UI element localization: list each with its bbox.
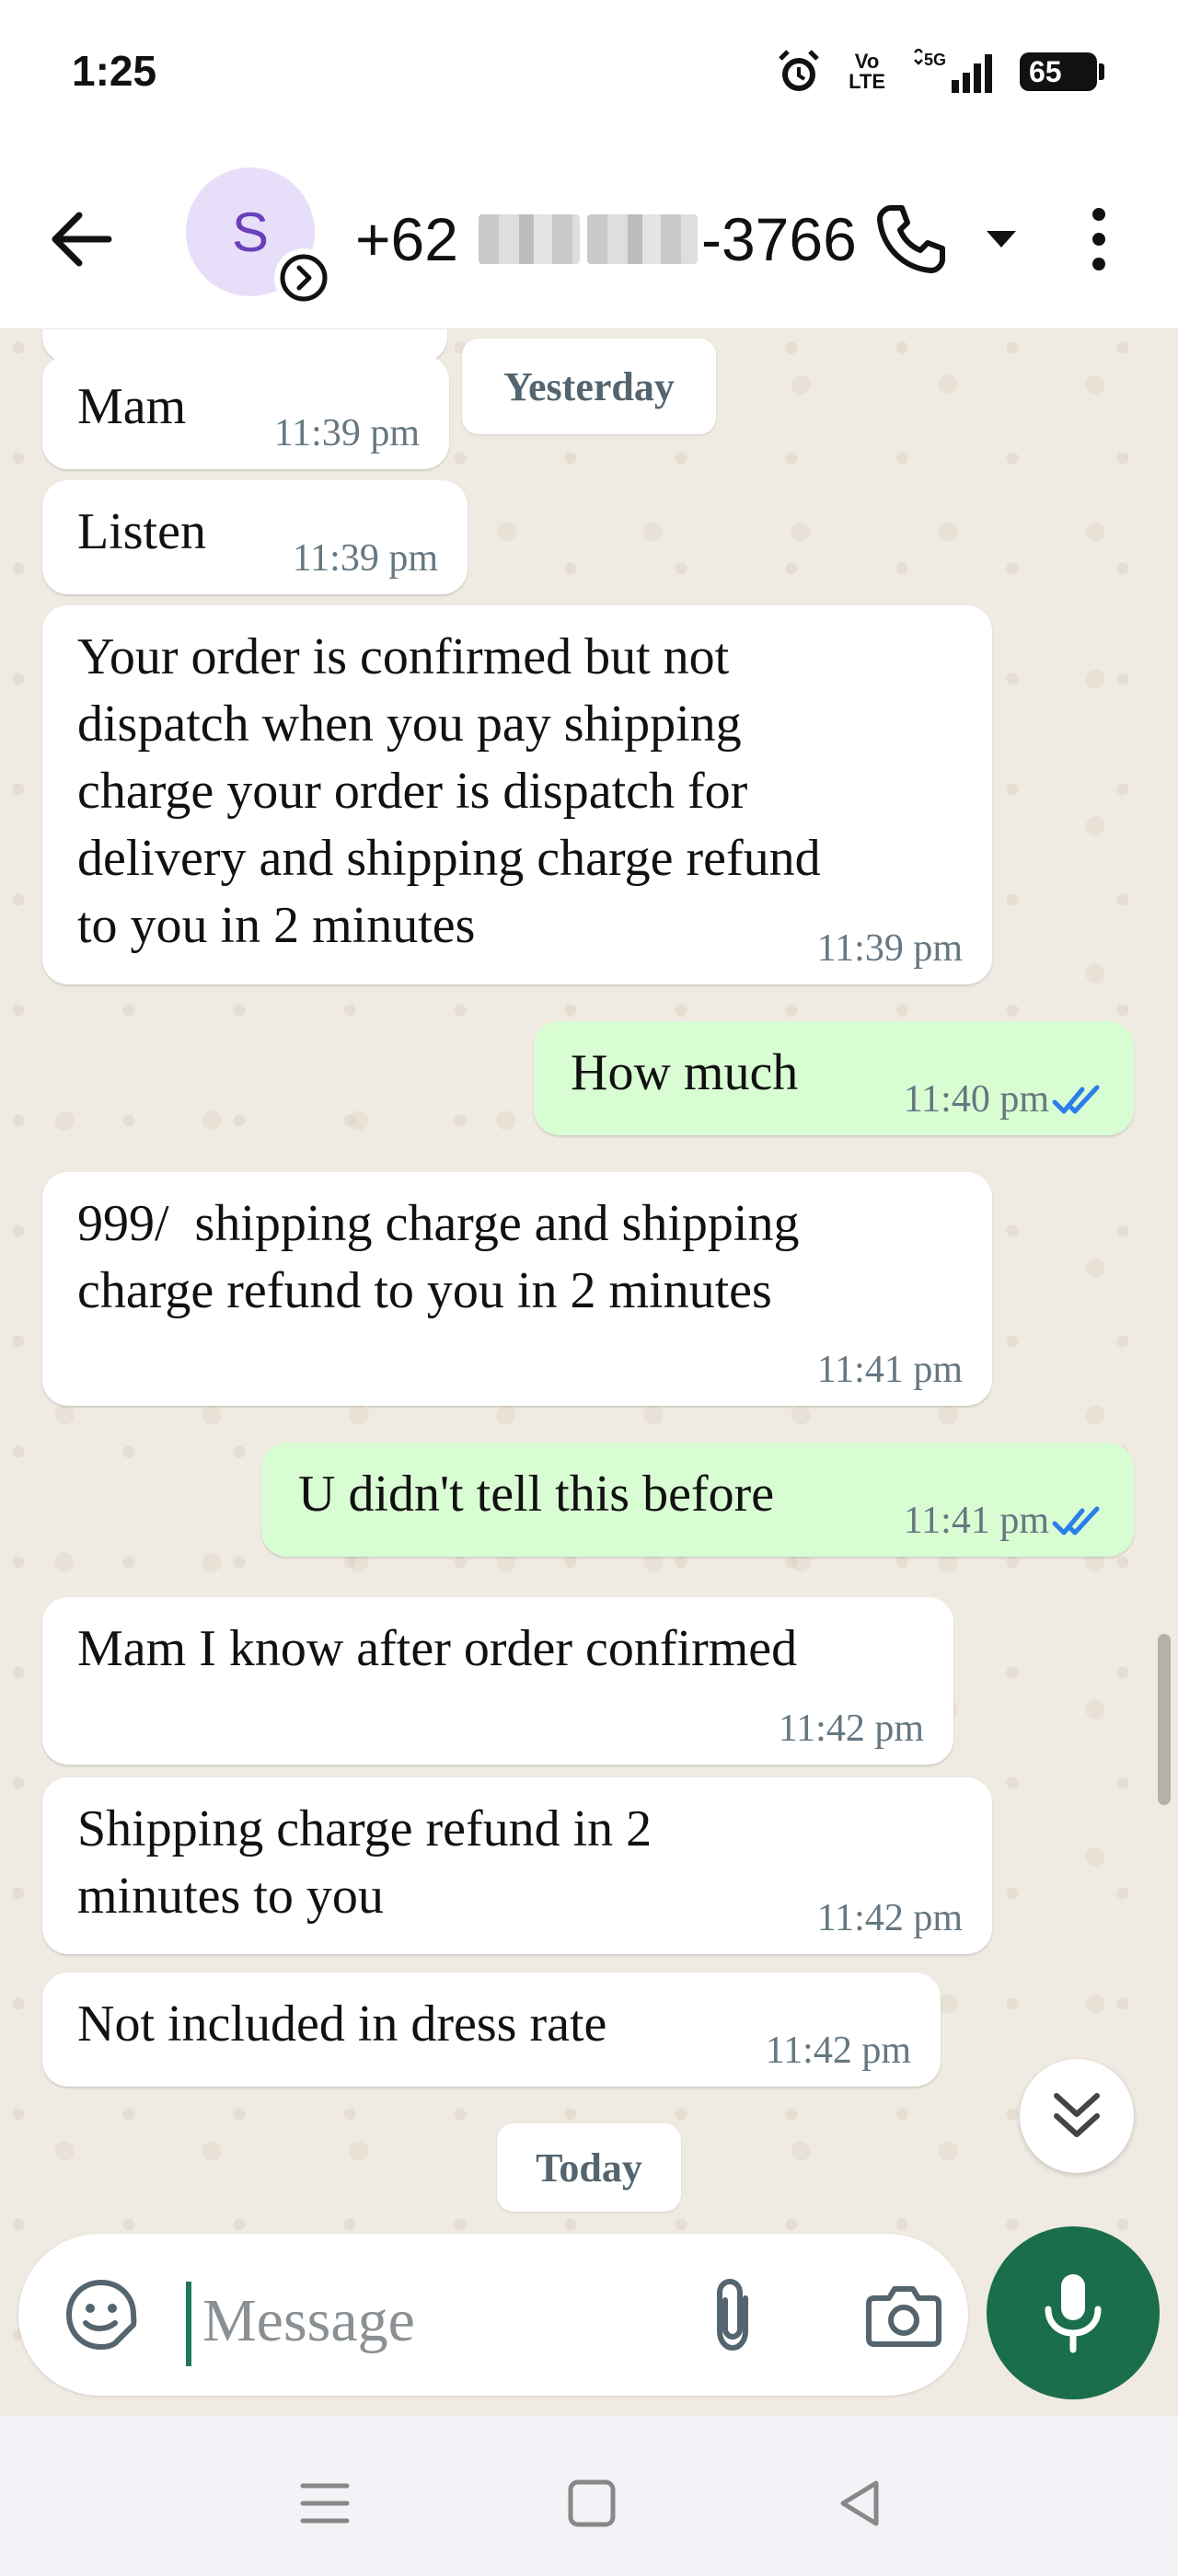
redacted-block — [478, 214, 580, 264]
volte-indicator: Vo LTE — [849, 50, 885, 93]
message-time: 11:42 pm — [778, 1708, 924, 1750]
message-text: Mam I know after order confirmed — [77, 1620, 798, 1677]
message-time: 11:41 pm — [816, 1349, 963, 1391]
double-check-icon — [1052, 1085, 1100, 1114]
call-options-dropdown[interactable] — [977, 212, 1025, 267]
contact-number-suffix: -3766 — [700, 205, 857, 273]
arrow-left-icon — [52, 212, 112, 267]
message-bubble[interactable]: Mam 11:39 pm — [42, 355, 449, 469]
nav-home-button[interactable] — [550, 2462, 633, 2545]
voice-call-button[interactable] — [874, 193, 957, 285]
contact-number-prefix: +62 — [355, 205, 458, 273]
message-time: 11:40 pm — [903, 1078, 1049, 1121]
message-time: 11:42 pm — [765, 2030, 911, 2072]
nav-back-button[interactable] — [817, 2462, 900, 2545]
message-text: Listen — [77, 503, 206, 560]
double-chevron-down-icon — [1054, 2093, 1100, 2137]
message-time: 11:39 pm — [273, 412, 420, 454]
message-time: 11:39 pm — [292, 537, 438, 580]
phone-icon — [877, 205, 945, 273]
date-chip-today: Today — [497, 2123, 681, 2212]
message-text: Shipping charge refund in 2 minutes to y… — [77, 1800, 653, 1925]
back-button[interactable] — [48, 193, 131, 285]
message-time: 11:42 pm — [816, 1897, 963, 1939]
message-text: 999/ shipping charge and shipping charge… — [77, 1195, 800, 1319]
system-nav-bar — [0, 2416, 1178, 2576]
status-time: 1:25 — [72, 47, 157, 95]
emoji-sticker-button[interactable] — [59, 2272, 144, 2357]
message-bubble[interactable]: 999/ shipping charge and shipping charge… — [42, 1172, 992, 1406]
message-bubble[interactable]: Shipping charge refund in 2 minutes to y… — [42, 1777, 992, 1954]
voice-message-button[interactable] — [987, 2226, 1160, 2399]
message-input[interactable] — [202, 2271, 663, 2372]
chat-header: S +62 -3766 — [0, 147, 1178, 329]
svg-text:5G: 5G — [924, 51, 946, 69]
message-time: 11:41 pm — [903, 1500, 1049, 1542]
message-bubble[interactable]: Listen 11:39 pm — [42, 480, 468, 594]
redacted-block — [586, 214, 698, 264]
camera-icon — [866, 2286, 941, 2347]
sticker-icon — [65, 2279, 137, 2351]
text-cursor — [186, 2282, 191, 2366]
message-bubble[interactable]: Not included in dress rate 11:42 pm — [42, 1972, 941, 2087]
message-text: Your order is confirmed but not dispatch… — [77, 628, 821, 954]
message-text: How much — [571, 1044, 799, 1101]
message-bubble-outgoing[interactable]: U didn't tell this before 11:41 pm — [261, 1443, 1134, 1557]
scrollbar-thumb[interactable] — [1158, 1634, 1171, 1805]
alarm-icon — [775, 48, 823, 96]
signal-icon: 5G — [911, 49, 994, 95]
message-text: Mam — [77, 378, 187, 435]
mic-icon — [1045, 2274, 1102, 2353]
message-composer — [18, 2234, 968, 2396]
more-vert-icon — [1092, 208, 1105, 270]
date-chip-yesterday: Yesterday — [462, 339, 716, 434]
caret-down-icon — [987, 231, 1016, 247]
attach-button[interactable] — [690, 2272, 775, 2357]
message-bubble[interactable]: Your order is confirmed but not dispatch… — [42, 605, 992, 984]
message-time: 11:39 pm — [816, 927, 963, 970]
menu-lines-icon — [300, 2483, 350, 2524]
home-square-icon — [568, 2479, 616, 2527]
message-bubble[interactable]: Mam I know after order confirmed 11:42 p… — [42, 1597, 953, 1765]
battery-indicator: 65 — [1020, 52, 1104, 91]
message-text: Not included in dress rate — [77, 1995, 607, 2053]
more-options-button[interactable] — [1075, 202, 1123, 276]
status-ring-icon — [274, 248, 333, 307]
message-bubble-outgoing[interactable]: How much 11:40 pm — [534, 1021, 1134, 1135]
scroll-to-bottom-button[interactable] — [1020, 2059, 1134, 2173]
contact-name[interactable]: +62 -3766 — [355, 193, 857, 285]
chat-area[interactable]: Yesterday Mam 11:39 pm Listen 11:39 pm Y… — [0, 329, 1178, 2416]
back-triangle-icon — [840, 2480, 879, 2526]
double-check-icon — [1052, 1506, 1100, 1535]
camera-button[interactable] — [861, 2272, 946, 2357]
status-bar: 1:25 Vo LTE 5G 65 — [0, 0, 1178, 147]
status-icons: Vo LTE 5G 65 — [775, 44, 1104, 99]
nav-recents-button[interactable] — [283, 2462, 366, 2545]
paperclip-icon — [717, 2278, 748, 2352]
message-text: U didn't tell this before — [298, 1466, 775, 1523]
